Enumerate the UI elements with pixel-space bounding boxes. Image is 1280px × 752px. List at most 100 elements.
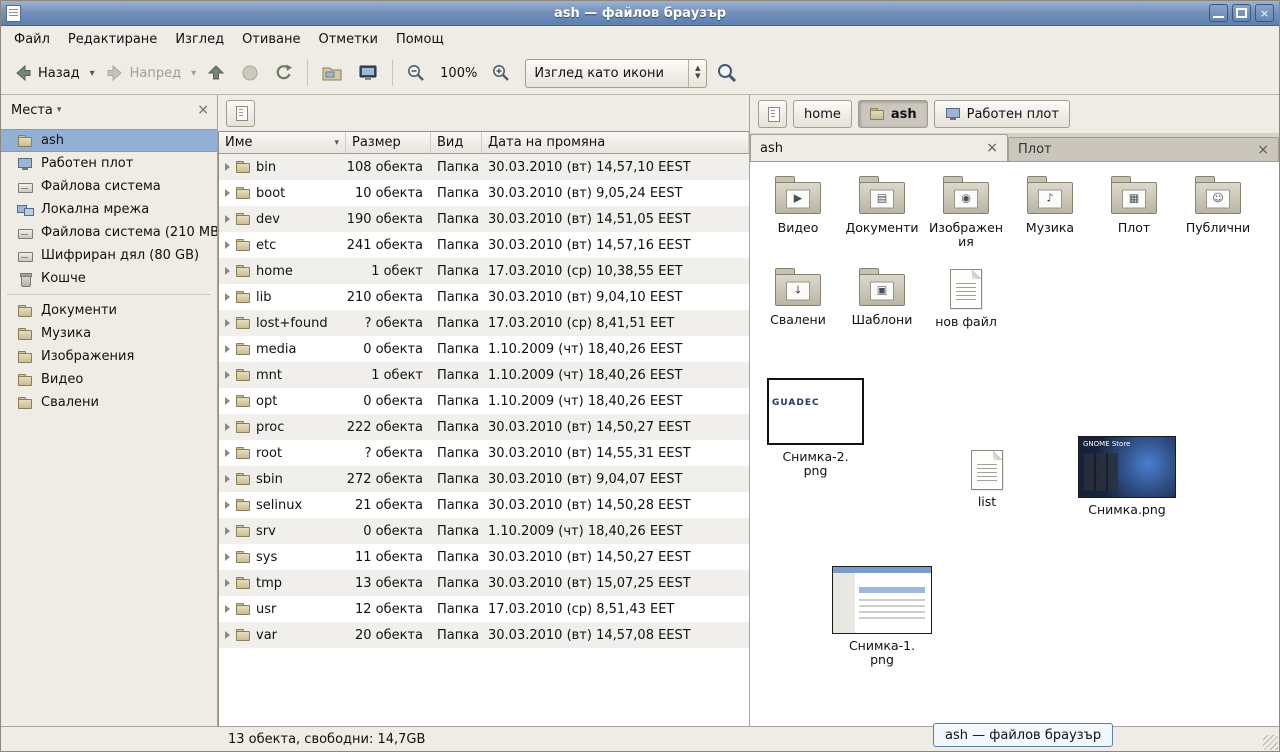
expander-icon[interactable]	[225, 475, 230, 483]
tree-row[interactable]: lost+found ? обекта Папка 17.03.2010 (ср…	[219, 310, 749, 336]
tree-row[interactable]: selinux 21 обекта Папка 30.03.2010 (вт) …	[219, 492, 749, 518]
file-snimka2[interactable]: GUADEC Снимка-2.png	[767, 378, 864, 479]
titlebar[interactable]: ash — файлов браузър ×	[1, 1, 1279, 26]
expander-icon[interactable]	[225, 345, 230, 353]
expander-icon[interactable]	[225, 553, 230, 561]
view-mode-select[interactable]: Изглед като икони ▲ ▼	[525, 59, 707, 88]
pathbar-button-desktop[interactable]: Работен плот	[934, 100, 1070, 128]
minimize-button[interactable]	[1209, 4, 1228, 22]
file-snimka[interactable]: GNOME Store Снимка.png	[1078, 436, 1176, 517]
sidebar-item-music[interactable]: Музика	[1, 322, 217, 345]
file-snimka1[interactable]: Снимка-1.png	[832, 566, 932, 668]
expander-icon[interactable]	[225, 215, 230, 223]
icon-view-folder[interactable]: ◉ Изображения	[924, 172, 1008, 264]
sidebar-close-icon[interactable]: ×	[197, 102, 209, 118]
back-history-dropdown[interactable]: ▾	[88, 64, 97, 83]
tree-panel-button[interactable]	[226, 100, 255, 127]
expander-icon[interactable]	[225, 267, 230, 275]
icon-view-folder[interactable]: ▦ Плот	[1092, 172, 1176, 264]
tree-row[interactable]: lib 210 обекта Папка 30.03.2010 (вт) 9,0…	[219, 284, 749, 310]
tree-row[interactable]: var 20 обекта Папка 30.03.2010 (вт) 14,5…	[219, 622, 749, 648]
maximize-button[interactable]	[1232, 4, 1251, 22]
sidebar-title[interactable]: Места	[11, 103, 53, 118]
sidebar-item-desktop[interactable]: Работен плот	[1, 152, 217, 175]
expander-icon[interactable]	[225, 189, 230, 197]
menu-item[interactable]: Отметки	[309, 28, 386, 51]
sidebar-item-trash[interactable]: Кошче	[1, 267, 217, 290]
chevron-down-icon[interactable]: ▾	[57, 105, 62, 115]
column-header-name[interactable]: Име ▾	[219, 132, 346, 154]
tree-row[interactable]: sys 11 обекта Папка 30.03.2010 (вт) 14,5…	[219, 544, 749, 570]
icon-view-folder[interactable]: ☺ Публични	[1176, 172, 1260, 264]
pathbar-root-button[interactable]	[758, 100, 787, 128]
tree-row[interactable]: opt 0 обекта Папка 1.10.2009 (чт) 18,40,…	[219, 388, 749, 414]
expander-icon[interactable]	[225, 163, 230, 171]
expander-icon[interactable]	[225, 423, 230, 431]
tree-row[interactable]: home 1 обект Папка 17.03.2010 (ср) 10,38…	[219, 258, 749, 284]
menu-item[interactable]: Редактиране	[59, 28, 166, 51]
column-header-date[interactable]: Дата на промяна	[482, 132, 749, 154]
pathbar-button-home[interactable]: home	[793, 100, 852, 128]
expander-icon[interactable]	[225, 319, 230, 327]
sidebar-item-downloads[interactable]: Свалени	[1, 391, 217, 414]
file-list[interactable]: list	[971, 450, 1003, 509]
expander-icon[interactable]	[225, 579, 230, 587]
back-button[interactable]: Назад	[7, 59, 86, 87]
forward-button[interactable]: Напред	[99, 59, 187, 87]
tree-row[interactable]: srv 0 обекта Папка 1.10.2009 (чт) 18,40,…	[219, 518, 749, 544]
sidebar-item-encrypted-volume[interactable]: Шифриран дял (80 GB)	[1, 244, 217, 267]
icon-view-folder[interactable]: ▶ Видео	[756, 172, 840, 264]
resize-grip[interactable]	[1263, 735, 1278, 750]
tree-row[interactable]: tmp 13 обекта Папка 30.03.2010 (вт) 15,0…	[219, 570, 749, 596]
tab-plot[interactable]: Плот ×	[1008, 137, 1279, 161]
tree-row[interactable]: sbin 272 обекта Папка 30.03.2010 (вт) 9,…	[219, 466, 749, 492]
sidebar-item-network[interactable]: Локална мрежа	[1, 198, 217, 221]
tree-row[interactable]: bin 108 обекта Папка 30.03.2010 (вт) 14,…	[219, 154, 749, 180]
tab-close-icon[interactable]: ×	[1257, 142, 1269, 158]
sidebar-item-documents[interactable]: Документи	[1, 299, 217, 322]
sidebar-item-filesystem[interactable]: Файлова система	[1, 175, 217, 198]
spinner-arrows-icon[interactable]: ▲ ▼	[688, 60, 706, 87]
expander-icon[interactable]	[225, 527, 230, 535]
expander-icon[interactable]	[225, 293, 230, 301]
icon-view-folder[interactable]: ▤ Документи	[840, 172, 924, 264]
menu-item[interactable]: Изглед	[166, 28, 233, 51]
menu-item[interactable]: Помощ	[387, 28, 453, 51]
tree-row[interactable]: etc 241 обекта Папка 30.03.2010 (вт) 14,…	[219, 232, 749, 258]
tree-row[interactable]: proc 222 обекта Папка 30.03.2010 (вт) 14…	[219, 414, 749, 440]
icon-view-file-new[interactable]: нов файл	[924, 264, 1008, 343]
expander-icon[interactable]	[225, 449, 230, 457]
tree-row[interactable]: mnt 1 обект Папка 1.10.2009 (чт) 18,40,2…	[219, 362, 749, 388]
expander-icon[interactable]	[225, 397, 230, 405]
sidebar-item-videos[interactable]: Видео	[1, 368, 217, 391]
tab-close-icon[interactable]: ×	[986, 140, 998, 156]
sidebar-item-ash[interactable]: ash	[1, 129, 217, 152]
tree-row[interactable]: root ? обекта Папка 30.03.2010 (вт) 14,5…	[219, 440, 749, 466]
icon-view-folder[interactable]: ↓ Свалени	[756, 264, 840, 343]
menu-item[interactable]: Файл	[5, 28, 59, 51]
expander-icon[interactable]	[225, 631, 230, 639]
expander-icon[interactable]	[225, 605, 230, 613]
expander-icon[interactable]	[225, 241, 230, 249]
column-header-type[interactable]: Вид	[431, 132, 482, 154]
menu-item[interactable]: Отиване	[233, 28, 309, 51]
tree-row[interactable]: boot 10 обекта Папка 30.03.2010 (вт) 9,0…	[219, 180, 749, 206]
expander-icon[interactable]	[225, 501, 230, 509]
tree-row[interactable]: dev 190 обекта Папка 30.03.2010 (вт) 14,…	[219, 206, 749, 232]
sidebar-item-pictures[interactable]: Изображения	[1, 345, 217, 368]
search-button[interactable]	[709, 57, 745, 89]
expander-icon[interactable]	[225, 371, 230, 379]
tab-ash[interactable]: ash ×	[750, 134, 1008, 161]
forward-history-dropdown[interactable]: ▾	[189, 64, 198, 83]
pathbar-button-ash[interactable]: ash	[858, 100, 928, 128]
tree-row[interactable]: usr 12 обекта Папка 17.03.2010 (ср) 8,51…	[219, 596, 749, 622]
icon-view-folder[interactable]: ▣ Шаблони	[840, 264, 924, 343]
zoom-out-button[interactable]	[400, 59, 432, 87]
computer-button[interactable]	[351, 59, 385, 87]
close-button[interactable]: ×	[1255, 4, 1274, 22]
zoom-in-button[interactable]	[485, 59, 517, 87]
icon-view-canvas[interactable]: ▶ Видео ▤ Документи ◉ Изо	[750, 162, 1279, 726]
icon-view-folder[interactable]: ♪ Музика	[1008, 172, 1092, 264]
up-button[interactable]	[200, 59, 232, 87]
tree-row[interactable]: media 0 обекта Папка 1.10.2009 (чт) 18,4…	[219, 336, 749, 362]
